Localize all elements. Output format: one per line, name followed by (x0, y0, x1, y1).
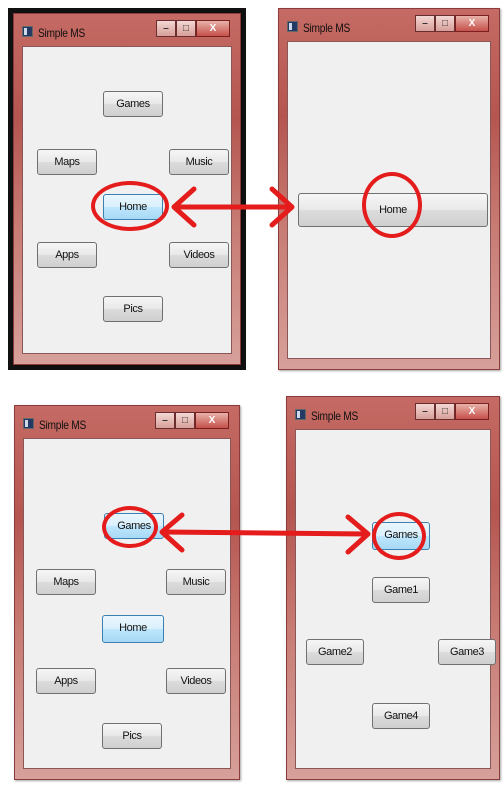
double-arrow-bottom (159, 512, 371, 555)
